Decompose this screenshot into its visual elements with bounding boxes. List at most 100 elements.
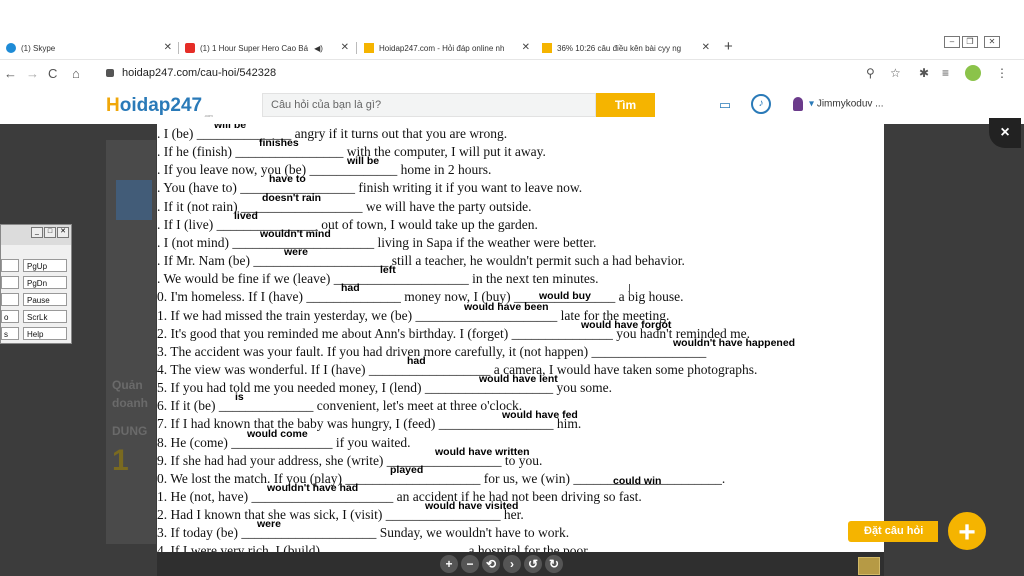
chat-icon[interactable]: ▭ xyxy=(716,97,734,113)
top-blank-area xyxy=(0,0,1024,36)
user-avatar xyxy=(793,97,803,111)
answer-text: left xyxy=(380,264,396,277)
minimize-icon[interactable]: _ xyxy=(31,227,43,238)
ask-plus-button[interactable]: + xyxy=(945,509,989,553)
background-image xyxy=(116,180,152,220)
answer-text: would have fed xyxy=(502,409,578,422)
zoom-in-icon[interactable]: + xyxy=(440,555,458,573)
answer-text: were xyxy=(257,518,281,531)
zoom-icon[interactable]: ⚲ xyxy=(866,66,875,80)
close-icon[interactable]: ✕ xyxy=(702,42,710,53)
next-icon[interactable]: › xyxy=(503,555,521,573)
answer-text: would have visited xyxy=(425,500,519,513)
close-icon[interactable]: ✕ xyxy=(164,42,172,53)
tab-youtube[interactable]: (1) 1 Hour Super Hero Cao Bá ◀) ✕ xyxy=(185,38,353,58)
search-button[interactable]: Tìm xyxy=(596,93,655,117)
close-icon[interactable]: ✕ xyxy=(341,42,349,53)
hoidap-icon xyxy=(542,43,552,53)
answer-text: would come xyxy=(247,427,308,440)
profile-avatar[interactable] xyxy=(965,65,981,81)
answer-text: wouldn't have happened xyxy=(673,336,796,349)
keyboard-key[interactable] xyxy=(1,293,19,306)
tab-label: (1) 1 Hour Super Hero Cao Bá xyxy=(200,43,309,53)
on-screen-keyboard: _ □ ✕ o s PgUp PgDn Pause ScrLk Help xyxy=(0,224,72,344)
restore-icon[interactable]: □ xyxy=(44,227,56,238)
chat-widget-icon[interactable] xyxy=(858,557,880,575)
background-text-line: Quản xyxy=(112,378,143,392)
worksheet-line: . I (be) ______________ angry if it turn… xyxy=(157,126,508,141)
background-logo: 1 xyxy=(112,444,129,477)
worksheet-line: 6. If it (be) ______________ convenient,… xyxy=(157,398,523,414)
close-icon[interactable]: ✕ xyxy=(522,42,530,53)
rotate-left-icon[interactable]: ↺ xyxy=(524,555,542,573)
worksheet-image: . I (be) ______________ angry if it turn… xyxy=(157,124,884,552)
key-help[interactable]: Help xyxy=(23,327,67,340)
search-input[interactable]: Câu hỏi của bạn là gì? xyxy=(262,93,596,117)
answer-text: played xyxy=(390,463,424,476)
extensions-icon[interactable]: ✱ xyxy=(919,66,929,80)
close-icon[interactable]: ✕ xyxy=(57,227,69,238)
browser-tabbar: (1) Skype ✕ (1) 1 Hour Super Hero Cao Bá… xyxy=(0,36,1024,60)
answer-text: is xyxy=(235,391,244,404)
youtube-icon xyxy=(185,43,195,53)
key-pgdn[interactable]: PgDn xyxy=(23,276,67,289)
answer-text: wouldn't mind xyxy=(260,227,331,240)
menu-icon[interactable]: ⋮ xyxy=(996,66,1008,80)
rotate-right-icon[interactable]: ↻ xyxy=(545,555,563,573)
close-window-icon[interactable]: ✕ xyxy=(984,36,1000,48)
reset-icon[interactable]: ⟲ xyxy=(482,555,500,573)
ask-question-button[interactable]: Đặt câu hỏi xyxy=(848,521,938,542)
keyboard-key[interactable]: s xyxy=(1,327,19,340)
keyboard-key[interactable]: o xyxy=(1,310,19,323)
chevron-down-icon: ▾ xyxy=(809,98,817,110)
answer-text: will be xyxy=(347,155,380,168)
home-icon[interactable]: ⌂ xyxy=(72,66,80,81)
site-logo[interactable]: Hoidap247 xyxy=(106,95,202,117)
keyboard-key[interactable] xyxy=(1,276,19,289)
keyboard-titlebar: _ □ ✕ xyxy=(1,225,71,245)
back-icon[interactable]: ← xyxy=(4,66,17,81)
username: Jimmykoduv ... xyxy=(816,98,884,110)
zoom-out-icon[interactable]: − xyxy=(461,555,479,573)
close-viewer-button[interactable]: × xyxy=(989,118,1021,148)
reload-icon[interactable]: C xyxy=(48,66,57,81)
forward-icon[interactable]: → xyxy=(26,66,39,81)
worksheet-line: . I (not mind) _____________________ liv… xyxy=(157,234,597,250)
hoidap-icon xyxy=(364,43,374,53)
answer-text: had xyxy=(341,282,360,295)
key-scrlk[interactable]: ScrLk xyxy=(23,310,67,323)
tab-hoidap-question[interactable]: 36% 10:26 câu điều kên bài cyy ng ✕ xyxy=(542,38,714,58)
answer-text: could win xyxy=(613,475,662,487)
minimize-icon[interactable]: – xyxy=(944,36,960,48)
worksheet-line: . If it (not rain) __________________ we… xyxy=(157,198,532,214)
answer-text: wouldn't have had xyxy=(267,482,359,494)
viewer-toolbar: + − ⟲ › ↺ ↻ xyxy=(440,555,563,575)
restore-icon[interactable]: ❐ xyxy=(962,36,978,48)
key-pgup[interactable]: PgUp xyxy=(23,259,67,272)
answer-text: would have forgot xyxy=(581,318,672,331)
bell-icon[interactable]: ♪ xyxy=(751,94,771,114)
worksheet-line: 1. He (not, have) _____________________ … xyxy=(157,489,642,504)
background-text-line: doanh xyxy=(112,396,148,410)
answer-text: had xyxy=(407,354,426,367)
key-pause[interactable]: Pause xyxy=(23,293,67,306)
worksheet-line: 3. If today (be) ____________________ Su… xyxy=(157,525,570,541)
answer-text: doesn't rain xyxy=(262,191,322,204)
keyboard-key[interactable] xyxy=(1,259,19,272)
tab-label: (1) Skype xyxy=(21,43,56,53)
worksheet-line: 3. The accident was your fault. If you h… xyxy=(157,343,707,359)
tab-skype[interactable]: (1) Skype ✕ xyxy=(6,38,176,58)
new-tab-button[interactable]: + xyxy=(724,38,733,55)
answer-text: have to xyxy=(269,173,306,186)
worksheet-line: . If you leave now, you (be) ___________… xyxy=(157,162,492,178)
tab-hoidap-home[interactable]: Hoidap247.com - Hỏi đáp online nh ✕ xyxy=(364,38,534,58)
answer-text: would have been xyxy=(464,300,549,313)
url-text[interactable]: hoidap247.com/cau-hoi/542328 xyxy=(122,67,276,79)
worksheet-line: 4. The view was wonderful. If I (have) _… xyxy=(157,361,758,377)
media-icon[interactable]: ≡ xyxy=(942,66,949,80)
user-menu[interactable]: ▾ Jimmykoduv ... xyxy=(793,97,884,111)
answer-text: would buy xyxy=(539,290,591,302)
worksheet-line: . We would be fine if we (leave) _______… xyxy=(157,271,599,287)
worksheet-line: . You (have to) _________________ finish… xyxy=(157,180,583,196)
star-icon[interactable]: ☆ xyxy=(890,66,901,80)
